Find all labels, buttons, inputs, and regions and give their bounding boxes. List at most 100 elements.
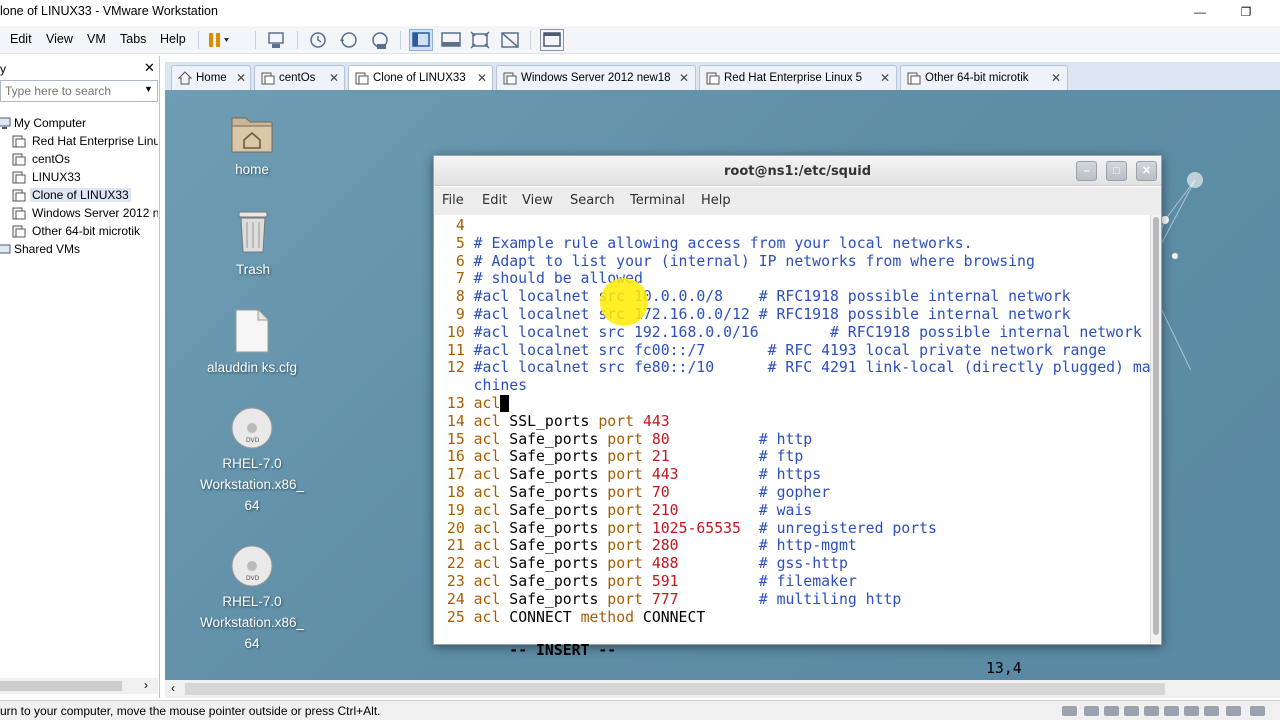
- tree-item-vm[interactable]: Windows Server 2012 ne: [0, 204, 158, 222]
- terminal-line: 20 acl Safe_ports port 1025-65535 # unre…: [438, 520, 937, 538]
- revert-snapshot-icon[interactable]: [337, 29, 361, 51]
- network-icon[interactable]: [1084, 706, 1099, 716]
- terminal-scrollbar[interactable]: [1150, 215, 1161, 643]
- vim-status-line: -- INSERT -- 13,4 5%: [438, 624, 1143, 680]
- library-search[interactable]: ▼: [0, 80, 158, 102]
- scroll-left-icon[interactable]: ‹: [171, 681, 175, 695]
- svg-text:DVD: DVD: [246, 437, 260, 444]
- tab-close-icon[interactable]: ✕: [329, 71, 339, 85]
- tree-item-shared-vms[interactable]: Shared VMs: [0, 240, 158, 258]
- terminal-window[interactable]: root@ns1:/etc/squid – □ ✕ File Edit View…: [433, 155, 1162, 680]
- library-search-input[interactable]: [5, 83, 139, 99]
- sound-icon[interactable]: [1144, 706, 1159, 716]
- library-close-icon[interactable]: ✕: [144, 60, 155, 76]
- line-segment: port: [607, 430, 643, 448]
- mouse-highlight: [600, 278, 648, 326]
- terminal-menu-edit[interactable]: Edit: [482, 193, 507, 208]
- desktop-icon-dvd[interactable]: DVD RHEL-7.0 Workstation.x86_ 64: [192, 544, 312, 654]
- send-ctrl-alt-del-icon[interactable]: [265, 29, 289, 51]
- chevron-down-icon[interactable]: ▼: [144, 84, 153, 94]
- menu-vm[interactable]: VM: [87, 32, 106, 46]
- close-icon[interactable]: ✕: [1136, 161, 1157, 181]
- line-segment: [643, 591, 652, 608]
- line-segment: 15: [438, 430, 474, 448]
- terminal-menu-help[interactable]: Help: [701, 193, 731, 208]
- display-icon[interactable]: [1184, 706, 1199, 716]
- maximize-button[interactable]: ❐: [1226, 2, 1266, 22]
- line-segment: [670, 448, 759, 465]
- tab-close-icon[interactable]: ✕: [236, 71, 246, 85]
- library-scrollbar[interactable]: ›: [0, 678, 158, 694]
- console-view-icon[interactable]: [540, 29, 564, 51]
- home-icon: [177, 71, 193, 85]
- menu-edit[interactable]: Edit: [10, 32, 32, 46]
- tree-item-vm[interactable]: Other 64-bit microtik: [0, 222, 158, 240]
- snapshot-manager-icon[interactable]: [368, 29, 392, 51]
- suspend-icon[interactable]: [205, 29, 229, 51]
- scrollbar-thumb[interactable]: [0, 681, 122, 691]
- snapshot-icon[interactable]: [306, 29, 330, 51]
- scroll-right-icon[interactable]: ›: [144, 678, 148, 692]
- guest-scrollbar[interactable]: ‹: [165, 680, 1280, 698]
- terminal-menu-search[interactable]: Search: [570, 193, 615, 208]
- scrollbar-thumb[interactable]: [185, 683, 1165, 695]
- minimize-icon[interactable]: –: [1076, 161, 1097, 181]
- terminal-menu-view[interactable]: View: [522, 193, 553, 208]
- fullscreen-toggle-icon[interactable]: [1250, 706, 1265, 716]
- hard-disk-icon[interactable]: [1062, 706, 1077, 716]
- tree-item-label: Shared VMs: [14, 242, 81, 256]
- line-segment: Safe_ports: [500, 573, 608, 590]
- desktop-icon-file[interactable]: alauddin ks.cfg: [192, 308, 312, 378]
- menu-help[interactable]: Help: [160, 32, 186, 46]
- line-segment: acl: [473, 573, 501, 590]
- usb-icon[interactable]: [1124, 706, 1139, 716]
- line-segment: port: [607, 537, 643, 555]
- cd-dvd-icon[interactable]: [1104, 706, 1119, 716]
- show-library-icon[interactable]: [409, 29, 433, 51]
- maximize-icon[interactable]: □: [1106, 161, 1127, 181]
- line-segment: # http: [758, 430, 813, 448]
- desktop-icon-home[interactable]: home: [192, 110, 312, 180]
- line-segment: 21: [438, 537, 474, 555]
- line-segment: #acl localnet src 172.16.0.0/12 # RFC191…: [473, 306, 1071, 323]
- terminal-text-area[interactable]: 4 5 # Example rule allowing access from …: [434, 215, 1151, 680]
- devices-icon[interactable]: [1226, 706, 1241, 716]
- line-segment: 80: [651, 430, 670, 448]
- tab-close-icon[interactable]: ✕: [477, 71, 487, 85]
- line-segment: port: [607, 501, 643, 519]
- tab-close-icon[interactable]: ✕: [1051, 71, 1061, 85]
- desktop-icon-dvd[interactable]: DVD RHEL-7.0 Workstation.x86_ 64: [192, 406, 312, 516]
- tab-close-icon[interactable]: ✕: [679, 71, 689, 85]
- thumbnail-bar-icon[interactable]: [439, 29, 463, 51]
- terminal-titlebar[interactable]: root@ns1:/etc/squid – □ ✕: [434, 156, 1161, 186]
- desktop-icon-trash[interactable]: Trash: [193, 208, 313, 280]
- scrollbar-thumb[interactable]: [1153, 217, 1159, 635]
- minimize-button[interactable]: —: [1180, 2, 1220, 22]
- tree-item-vm[interactable]: Red Hat Enterprise Linux: [0, 132, 158, 150]
- terminal-menu-terminal[interactable]: Terminal: [630, 193, 685, 208]
- tab-red-hat-enterprise-linux-5[interactable]: Red Hat Enterprise Linux 5 ✕: [699, 65, 897, 90]
- line-segment: SSL_ports: [500, 412, 599, 430]
- trash-icon: [238, 211, 268, 253]
- terminal-menu-file[interactable]: File: [442, 193, 464, 208]
- vim-mode: -- INSERT --: [509, 642, 617, 659]
- full-screen-icon[interactable]: [468, 29, 492, 51]
- terminal-line: 10 #acl localnet src 192.168.0.0/16 # RF…: [438, 324, 1142, 342]
- tree-item-vm-selected[interactable]: Clone of LINUX33: [0, 186, 158, 204]
- guest-desktop[interactable]: home Trash alauddin ks.cfg DVD RHEL-7.0 …: [165, 90, 1280, 680]
- tree-item-my-computer[interactable]: My Computer: [0, 114, 158, 132]
- tree-item-vm[interactable]: centOs: [0, 150, 158, 168]
- unity-icon[interactable]: [498, 29, 522, 51]
- menu-view[interactable]: View: [46, 32, 73, 46]
- menu-tabs[interactable]: Tabs: [120, 32, 146, 46]
- tab-close-icon[interactable]: ✕: [880, 71, 890, 85]
- tab-windows-server[interactable]: Windows Server 2012 new18 ✕: [496, 65, 696, 90]
- tab-centos[interactable]: centOs ✕: [254, 65, 345, 90]
- tab-clone-of-linux33[interactable]: Clone of LINUX33 ✕: [348, 65, 493, 90]
- tab-home[interactable]: Home ✕: [171, 65, 251, 90]
- printer-icon[interactable]: [1164, 706, 1179, 716]
- tab-other-64-bit-microtik[interactable]: Other 64-bit microtik ✕: [900, 65, 1068, 90]
- tree-item-vm[interactable]: LINUX33: [0, 168, 158, 186]
- terminal-line: 24 acl Safe_ports port 777 # multiling h…: [438, 591, 901, 609]
- message-icon[interactable]: [1204, 706, 1219, 716]
